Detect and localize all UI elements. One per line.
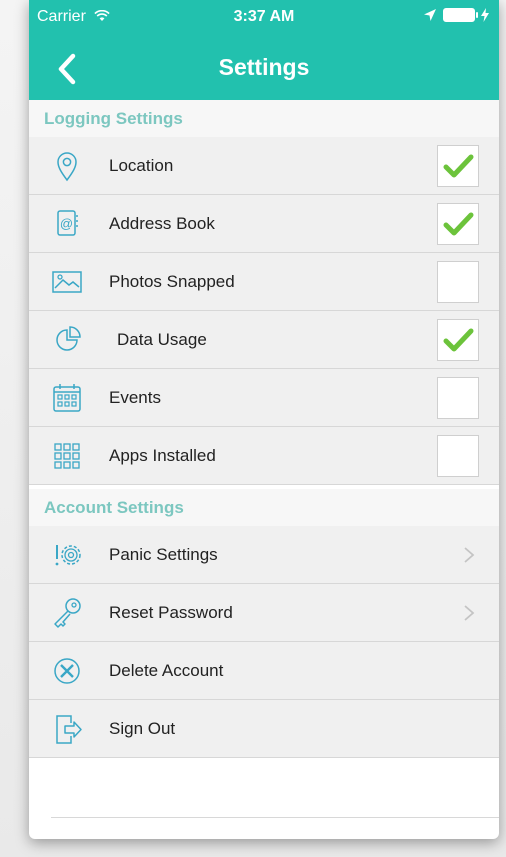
photo-icon bbox=[52, 271, 82, 293]
row-apps-installed[interactable]: Apps Installed bbox=[29, 427, 499, 485]
section-header-account: Account Settings bbox=[29, 489, 499, 527]
footer-divider bbox=[51, 817, 499, 818]
row-data-usage[interactable]: Data Usage bbox=[29, 311, 499, 369]
delete-x-icon bbox=[54, 658, 80, 684]
phone-screen: Carrier 3:37 AM Settings Logging Setting… bbox=[29, 0, 499, 839]
row-reset-password[interactable]: Reset Password bbox=[29, 584, 499, 642]
row-label: Delete Account bbox=[109, 661, 224, 680]
row-label: Address Book bbox=[109, 214, 215, 233]
location-checkbox[interactable] bbox=[437, 145, 479, 187]
row-label: Reset Password bbox=[109, 603, 233, 622]
sign-out-icon bbox=[56, 715, 82, 744]
row-delete-account[interactable]: Delete Account bbox=[29, 642, 499, 700]
panic-gear-icon bbox=[55, 545, 81, 566]
status-bar: Carrier 3:37 AM bbox=[29, 0, 499, 36]
key-icon bbox=[54, 598, 81, 628]
location-arrow-icon bbox=[424, 9, 436, 21]
row-address-book[interactable]: @ Address Book bbox=[29, 195, 499, 253]
location-pin-icon bbox=[57, 152, 77, 182]
svg-text:@: @ bbox=[60, 216, 73, 231]
photos-snapped-checkbox[interactable] bbox=[437, 261, 479, 303]
row-label: Events bbox=[109, 388, 161, 407]
checkmark-icon bbox=[443, 328, 474, 352]
calendar-icon bbox=[53, 384, 81, 412]
events-checkbox[interactable] bbox=[437, 377, 479, 419]
status-right-group bbox=[423, 8, 489, 22]
row-label: Apps Installed bbox=[109, 446, 216, 465]
row-label: Location bbox=[109, 156, 174, 175]
row-photos-snapped[interactable]: Photos Snapped bbox=[29, 253, 499, 311]
chevron-right-icon bbox=[464, 605, 475, 621]
row-label: Sign Out bbox=[109, 719, 176, 738]
section-header-logging: Logging Settings bbox=[29, 100, 499, 138]
row-label: Data Usage bbox=[117, 330, 207, 349]
nav-bar: Settings bbox=[29, 36, 499, 100]
checkmark-icon bbox=[443, 212, 474, 236]
address-book-icon: @ bbox=[57, 210, 78, 236]
row-label: Panic Settings bbox=[109, 545, 218, 564]
pie-chart-icon bbox=[56, 326, 81, 351]
charging-bolt-icon bbox=[481, 8, 489, 22]
row-location[interactable]: Location bbox=[29, 137, 499, 195]
page-title: Settings bbox=[218, 54, 310, 80]
chevron-right-icon bbox=[464, 547, 475, 563]
address-book-checkbox[interactable] bbox=[437, 203, 479, 245]
apps-installed-checkbox[interactable] bbox=[437, 435, 479, 477]
app-grid-icon bbox=[54, 443, 80, 469]
row-events[interactable]: Events bbox=[29, 369, 499, 427]
data-usage-checkbox[interactable] bbox=[437, 319, 479, 361]
row-label: Photos Snapped bbox=[109, 272, 235, 291]
checkmark-icon bbox=[443, 154, 474, 178]
row-panic-settings[interactable]: Panic Settings bbox=[29, 526, 499, 584]
battery-icon bbox=[443, 8, 478, 22]
row-sign-out[interactable]: Sign Out bbox=[29, 700, 499, 758]
